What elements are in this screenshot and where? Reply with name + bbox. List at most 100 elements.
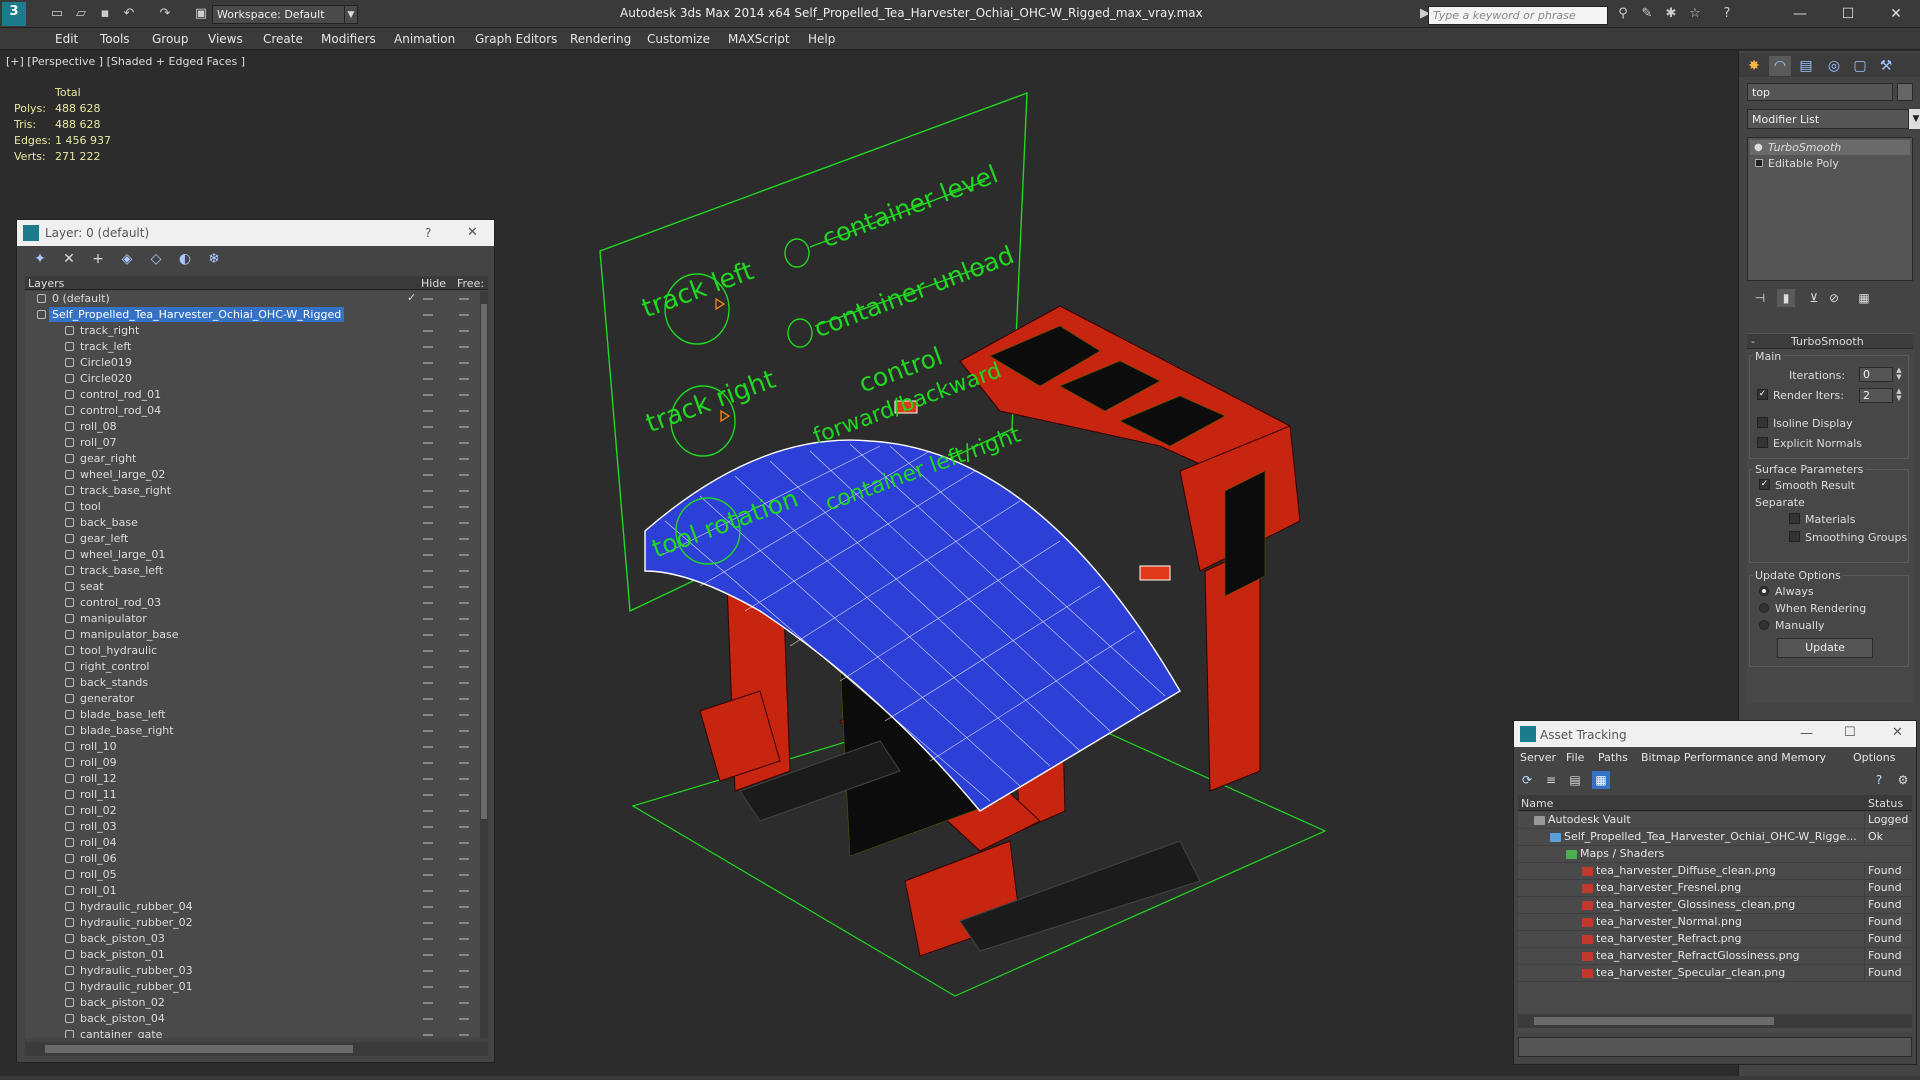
freeze-toggle[interactable] <box>459 714 469 716</box>
favorites-star-icon[interactable]: ☆ <box>1684 4 1706 24</box>
menu-customize[interactable]: Customize <box>647 32 710 46</box>
layer-row[interactable]: roll_04 <box>25 835 480 851</box>
layer-row[interactable]: manipulator_base <box>25 627 480 643</box>
lightbulb-icon[interactable]: ● <box>1754 140 1763 155</box>
hide-toggle[interactable] <box>423 826 433 828</box>
chevron-down-icon[interactable]: ▼ <box>1909 109 1920 129</box>
viewport-label[interactable]: [+] [Perspective ] [Shaded + Edged Faces… <box>6 55 245 68</box>
hide-toggle[interactable] <box>423 890 433 892</box>
hide-toggle[interactable] <box>423 298 433 300</box>
render-iters-checkbox[interactable]: ✓ <box>1757 389 1768 400</box>
delete-layer-icon[interactable]: ✕ <box>60 250 78 268</box>
freeze-toggle[interactable] <box>459 954 469 956</box>
update-button[interactable]: Update <box>1777 638 1873 658</box>
layer-row[interactable]: Circle020 <box>25 371 480 387</box>
asset-menu-bitmap-performance[interactable]: Bitmap Performance and Memory <box>1641 751 1826 764</box>
hide-toggle[interactable] <box>423 394 433 396</box>
layer-row[interactable]: track_base_left <box>25 563 480 579</box>
freeze-toggle[interactable] <box>459 826 469 828</box>
thumbnail-view-icon[interactable]: ▤ <box>1566 771 1584 789</box>
hide-toggle[interactable] <box>423 410 433 412</box>
hide-toggle[interactable] <box>423 378 433 380</box>
freeze-toggle[interactable] <box>459 490 469 492</box>
close-icon[interactable]: ✕ <box>1892 725 1903 740</box>
layer-row[interactable]: control_rod_03 <box>25 595 480 611</box>
asset-row[interactable]: tea_harvester_RefractGlossiness.png Found <box>1518 948 1912 965</box>
hide-toggle[interactable] <box>423 874 433 876</box>
object-name-field[interactable]: top <box>1747 83 1893 101</box>
col-layers[interactable]: Layers <box>28 277 64 290</box>
freeze-toggle[interactable] <box>459 474 469 476</box>
chevron-down-icon[interactable]: ▼ <box>344 5 358 24</box>
freeze-toggle[interactable] <box>459 506 469 508</box>
hide-toggle[interactable] <box>423 1002 433 1004</box>
hide-toggle[interactable] <box>423 938 433 940</box>
hide-toggle[interactable] <box>423 1018 433 1020</box>
create-layer-icon[interactable]: ✦ <box>31 250 49 268</box>
maximize-icon[interactable]: ☐ <box>1844 725 1856 740</box>
asset-menu-server[interactable]: Server <box>1520 751 1556 764</box>
freeze-toggle[interactable] <box>459 810 469 812</box>
highlight-editor-icon[interactable]: ⚙ <box>1894 771 1912 789</box>
layer-row[interactable]: manipulator <box>25 611 480 627</box>
save-file-icon[interactable]: ▪ <box>94 4 116 24</box>
configure-sets-icon[interactable]: ▦ <box>1855 289 1873 307</box>
freeze-toggle[interactable] <box>459 458 469 460</box>
layer-row[interactable]: tool <box>25 499 480 515</box>
asset-tracking-titlebar[interactable]: Asset Tracking — ☐ ✕ <box>1514 721 1916 747</box>
stack-item-editable-poly[interactable]: Editable Poly <box>1750 156 1910 171</box>
hide-toggle[interactable] <box>423 810 433 812</box>
update-when-rendering-radio[interactable] <box>1759 603 1769 613</box>
hide-toggle[interactable] <box>423 906 433 908</box>
layer-row[interactable]: control_rod_01 <box>25 387 480 403</box>
asset-menu-file[interactable]: File <box>1566 751 1584 764</box>
minimize-icon[interactable]: — <box>1800 726 1813 741</box>
layer-row[interactable]: hydraulic_rubber_02 <box>25 915 480 931</box>
current-layer-check-icon[interactable]: ✓ <box>407 291 416 304</box>
hide-all-layers-icon[interactable]: ◐ <box>176 250 194 268</box>
subscription-icon[interactable]: ✎ <box>1636 4 1658 24</box>
col-freeze[interactable]: Free: <box>457 277 484 290</box>
menu-maxscript[interactable]: MAXScript <box>728 32 790 46</box>
refresh-icon[interactable]: ⟳ <box>1518 771 1536 789</box>
freeze-toggle[interactable] <box>459 922 469 924</box>
freeze-toggle[interactable] <box>459 778 469 780</box>
layer-row[interactable]: wheel_large_02 <box>25 467 480 483</box>
hide-toggle[interactable] <box>423 634 433 636</box>
asset-horizontal-scroll-thumb[interactable] <box>1534 1017 1774 1025</box>
layer-row[interactable]: 0 (default) ✓ <box>25 291 480 307</box>
menu-help[interactable]: Help <box>808 32 835 46</box>
hide-toggle[interactable] <box>423 858 433 860</box>
layer-row[interactable]: track_left <box>25 339 480 355</box>
object-color-swatch[interactable] <box>1897 83 1913 101</box>
maximize-icon[interactable]: ☐ <box>1828 3 1868 25</box>
freeze-toggle[interactable] <box>459 682 469 684</box>
hide-toggle[interactable] <box>423 362 433 364</box>
explicit-normals-checkbox[interactable] <box>1757 437 1768 448</box>
asset-row[interactable]: Maps / Shaders <box>1518 846 1912 863</box>
isoline-display-checkbox[interactable] <box>1757 417 1768 428</box>
asset-row[interactable]: tea_harvester_Glossiness_clean.png Found <box>1518 897 1912 914</box>
freeze-toggle[interactable] <box>459 570 469 572</box>
layer-row[interactable]: track_right <box>25 323 480 339</box>
freeze-toggle[interactable] <box>459 650 469 652</box>
hide-toggle[interactable] <box>423 522 433 524</box>
freeze-toggle[interactable] <box>459 1018 469 1020</box>
col-status[interactable]: Status <box>1868 797 1903 810</box>
asset-menu-options[interactable]: Options <box>1853 751 1895 764</box>
expand-icon[interactable] <box>1755 159 1763 167</box>
help-icon[interactable]: ? <box>1716 4 1738 24</box>
freeze-toggle[interactable] <box>459 986 469 988</box>
close-icon[interactable]: ✕ <box>467 225 478 240</box>
hide-toggle[interactable] <box>423 474 433 476</box>
select-objects-icon[interactable]: ◈ <box>118 250 136 268</box>
asset-row[interactable]: Self_Propelled_Tea_Harvester_Ochiai_OHC-… <box>1518 829 1912 846</box>
freeze-toggle[interactable] <box>459 426 469 428</box>
make-unique-icon[interactable]: ⊻ <box>1805 289 1823 307</box>
layer-row[interactable]: roll_09 <box>25 755 480 771</box>
hierarchy-tab-icon[interactable]: ▤ <box>1795 56 1817 76</box>
freeze-toggle[interactable] <box>459 618 469 620</box>
spinner-arrows-icon[interactable]: ▲ ▼ <box>1895 367 1903 382</box>
layer-row[interactable]: Self_Propelled_Tea_Harvester_Ochiai_OHC-… <box>25 307 480 323</box>
collapse-icon[interactable]: - <box>1751 335 1755 348</box>
